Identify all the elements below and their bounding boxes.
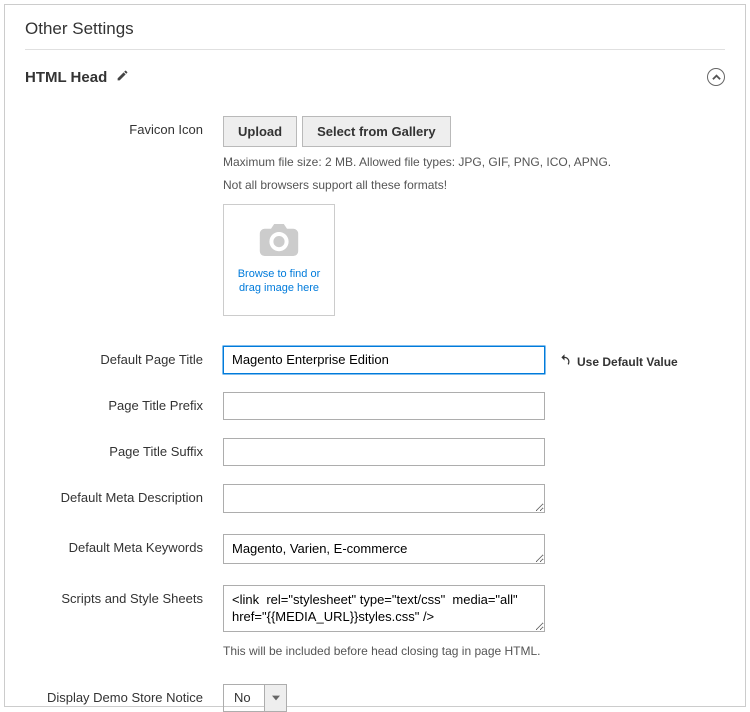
section-header: HTML Head	[25, 68, 725, 86]
pencil-icon[interactable]	[116, 69, 129, 85]
select-demo-notice-value: No	[224, 685, 264, 711]
upload-button[interactable]: Upload	[223, 116, 297, 147]
label-demo-notice: Display Demo Store Notice	[25, 684, 223, 705]
section-title: HTML Head	[25, 69, 107, 86]
label-meta-keywords: Default Meta Keywords	[25, 534, 223, 555]
camera-icon	[259, 224, 299, 267]
input-default-page-title[interactable]	[223, 346, 545, 374]
select-demo-notice[interactable]: No	[223, 684, 287, 712]
textarea-scripts[interactable]: <link rel="stylesheet" type="text/css" m…	[223, 585, 545, 632]
row-page-title-prefix: Page Title Prefix	[25, 392, 725, 420]
divider	[25, 49, 725, 50]
row-favicon: Favicon Icon Upload Select from Gallery …	[25, 116, 725, 316]
chevron-down-icon	[264, 685, 286, 711]
row-demo-notice: Display Demo Store Notice No	[25, 684, 725, 712]
label-favicon: Favicon Icon	[25, 116, 223, 137]
input-page-title-suffix[interactable]	[223, 438, 545, 466]
row-page-title-suffix: Page Title Suffix	[25, 438, 725, 466]
upload-browse-text: Browse to find or drag image here	[232, 267, 326, 296]
label-meta-description: Default Meta Description	[25, 484, 223, 505]
label-default-page-title: Default Page Title	[25, 346, 223, 367]
row-meta-keywords: Default Meta Keywords Magento, Varien, E…	[25, 534, 725, 567]
label-page-title-prefix: Page Title Prefix	[25, 392, 223, 413]
panel-other-settings: Other Settings HTML Head Favicon Icon Up…	[4, 4, 746, 707]
collapse-icon[interactable]	[707, 68, 725, 86]
row-scripts-hint: This will be included before head closin…	[25, 643, 725, 666]
label-scripts: Scripts and Style Sheets	[25, 585, 223, 606]
use-default-label: Use Default Value	[577, 355, 678, 369]
row-meta-description: Default Meta Description	[25, 484, 725, 517]
undo-icon	[557, 353, 572, 371]
label-page-title-suffix: Page Title Suffix	[25, 438, 223, 459]
hint-filesize: Maximum file size: 2 MB. Allowed file ty…	[223, 154, 703, 171]
row-default-page-title: Default Page Title Use Default Value	[25, 346, 725, 374]
row-scripts: Scripts and Style Sheets <link rel="styl…	[25, 585, 725, 635]
hint-browsers: Not all browsers support all these forma…	[223, 177, 703, 194]
textarea-meta-description[interactable]	[223, 484, 545, 514]
select-gallery-button[interactable]: Select from Gallery	[302, 116, 451, 147]
input-page-title-prefix[interactable]	[223, 392, 545, 420]
use-default-value-button[interactable]: Use Default Value	[557, 346, 678, 374]
textarea-meta-keywords[interactable]: Magento, Varien, E-commerce	[223, 534, 545, 564]
upload-dropzone[interactable]: Browse to find or drag image here	[223, 204, 335, 316]
hint-scripts: This will be included before head closin…	[223, 643, 703, 660]
panel-title: Other Settings	[25, 19, 725, 49]
